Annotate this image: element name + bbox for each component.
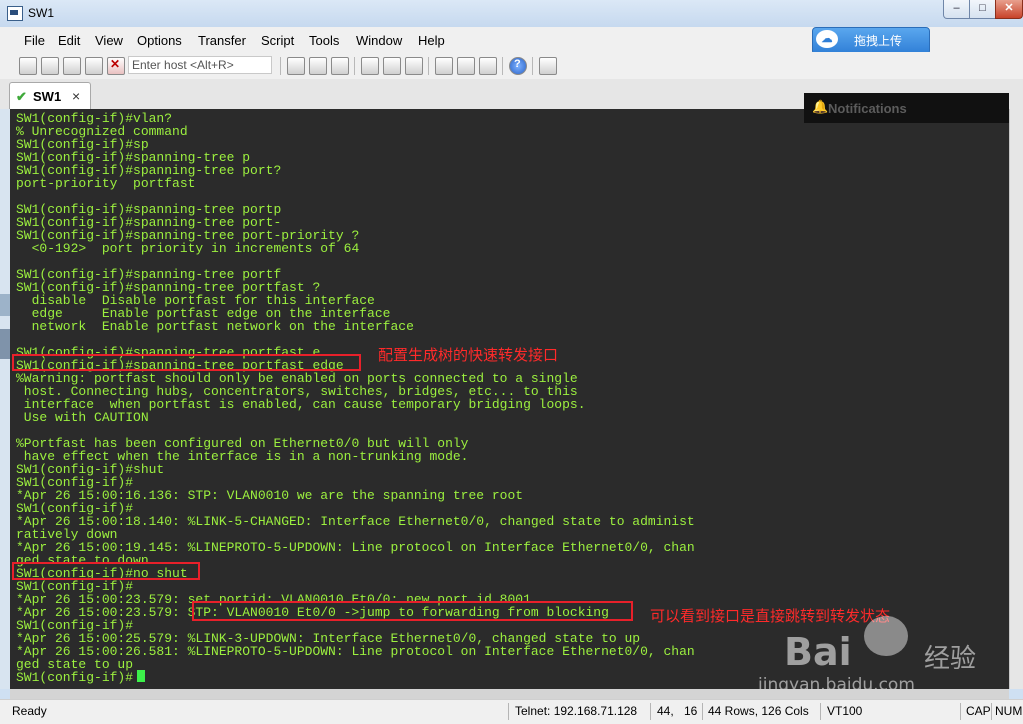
toolbar-separator xyxy=(502,57,503,75)
no-shut-highlight-box xyxy=(12,562,200,580)
upload-label: 拖拽上传 xyxy=(854,34,903,48)
toolbar-separator xyxy=(428,57,429,75)
maximize-button[interactable]: □ xyxy=(969,0,996,19)
status-size: 44 Rows, 126 Cols xyxy=(708,704,809,718)
session-options-icon[interactable] xyxy=(435,57,453,75)
menu-transfer[interactable]: Transfer xyxy=(198,33,246,48)
toolbar-separator xyxy=(532,57,533,75)
watermark-brand: Bai xyxy=(784,630,852,674)
terminal-line: <0-192> port priority in increments of 6… xyxy=(16,241,360,256)
baidu-paw-logo xyxy=(864,616,908,656)
global-options-icon[interactable] xyxy=(457,57,475,75)
terminal-bottom-border xyxy=(10,689,1009,699)
tab-close-icon[interactable]: × xyxy=(72,88,80,104)
terminal-line: Use with CAUTION xyxy=(16,410,149,425)
check-icon: ✔ xyxy=(16,89,27,104)
help-icon[interactable] xyxy=(509,57,527,75)
find-icon[interactable] xyxy=(331,57,349,75)
terminal-line: port-priority portfast xyxy=(16,176,196,191)
toolbar xyxy=(0,52,1023,80)
close-window-button[interactable]: ✕ xyxy=(995,0,1023,19)
connect-in-tab-icon[interactable] xyxy=(63,57,81,75)
forwarding-highlight-box xyxy=(192,601,633,621)
quick-connect-icon[interactable] xyxy=(41,57,59,75)
menu-file[interactable]: File xyxy=(24,33,45,48)
menu-window[interactable]: Window xyxy=(356,33,402,48)
tab-label: SW1 xyxy=(33,89,62,104)
terminal-cursor xyxy=(137,670,145,682)
terminal-line: SW1(config-if)# xyxy=(16,670,134,685)
menu-script[interactable]: Script xyxy=(261,33,294,48)
cloud-icon: ☁ xyxy=(816,30,838,48)
print-screen-icon[interactable] xyxy=(405,57,423,75)
status-bar: Ready Telnet: 192.168.71.128 44, 16 44 R… xyxy=(0,699,1023,724)
minimize-button[interactable]: – xyxy=(943,0,970,19)
baidu-jingyan-watermark: Bai 经验 jingyan.baidu.com xyxy=(758,610,1014,700)
tab-sw1[interactable]: ✔ SW1 × xyxy=(9,82,91,110)
status-separator xyxy=(991,703,992,720)
menu-edit[interactable]: Edit xyxy=(58,33,80,48)
bell-icon: 🔔 xyxy=(812,99,829,114)
window-title: SW1 xyxy=(28,6,55,20)
keymap-icon[interactable] xyxy=(479,57,497,75)
toolbar-separator xyxy=(354,57,355,75)
terminal-line: *Apr 26 15:00:18.140: %LINK-5-CHANGED: I… xyxy=(16,514,695,529)
menu-options[interactable]: Options xyxy=(137,33,182,48)
background-window-edge xyxy=(0,109,10,689)
notifications-label: Notifications xyxy=(828,101,907,116)
portfast-annotation: 配置生成树的快速转发接口 xyxy=(378,346,559,364)
toolbar-separator xyxy=(280,57,281,75)
status-num: NUM xyxy=(995,704,1023,718)
portfast-edge-highlight-box xyxy=(12,354,361,371)
paste-icon[interactable] xyxy=(309,57,327,75)
reconnect-icon[interactable] xyxy=(85,57,103,75)
vertical-scrollbar[interactable] xyxy=(1009,109,1023,689)
status-caps: CAP xyxy=(966,704,991,718)
status-separator xyxy=(508,703,509,720)
securecrt-app-icon xyxy=(7,6,23,21)
menu-view[interactable]: View xyxy=(95,33,123,48)
terminal-line: network Enable portfast network on the i… xyxy=(16,319,414,334)
status-separator xyxy=(702,703,703,720)
status-emulation: VT100 xyxy=(827,704,863,718)
status-ready: Ready xyxy=(12,704,47,718)
status-separator xyxy=(960,703,961,720)
print-icon[interactable] xyxy=(361,57,379,75)
disconnect-icon[interactable] xyxy=(107,57,125,75)
sftp-icon[interactable] xyxy=(539,57,557,75)
enter-host-input[interactable] xyxy=(128,56,272,74)
status-connection: Telnet: 192.168.71.128 xyxy=(515,704,638,718)
status-row: 44, xyxy=(657,704,674,718)
status-col: 16 xyxy=(684,704,698,718)
print-selection-icon[interactable] xyxy=(383,57,401,75)
status-separator xyxy=(650,703,651,720)
title-bar: SW1 xyxy=(0,0,1023,27)
menu-help[interactable]: Help xyxy=(418,33,445,48)
copy-icon[interactable] xyxy=(287,57,305,75)
menu-tools[interactable]: Tools xyxy=(309,33,339,48)
connect-icon[interactable] xyxy=(19,57,37,75)
status-separator xyxy=(820,703,821,720)
watermark-brand-suffix: 经验 xyxy=(924,644,977,674)
